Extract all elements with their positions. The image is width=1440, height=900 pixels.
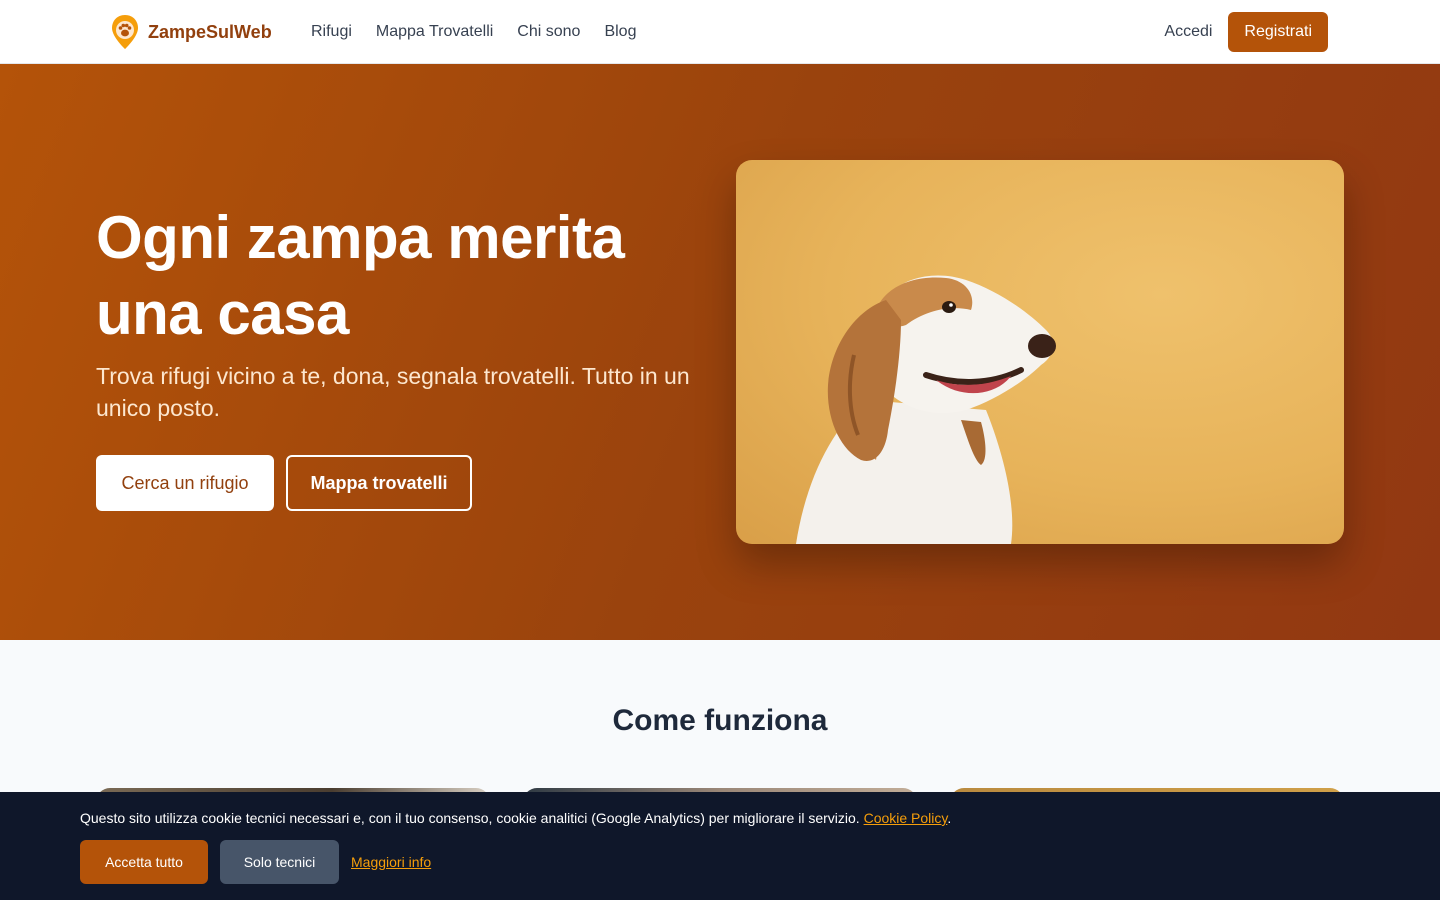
paw-logo-icon: [112, 15, 138, 49]
technical-only-cookies-button[interactable]: Solo tecnici: [220, 840, 339, 884]
cookie-message-trailing: .: [947, 810, 952, 826]
accept-all-cookies-button[interactable]: Accetta tutto: [80, 840, 208, 884]
how-it-works-title: Come funziona: [612, 704, 828, 737]
hero-dog-photo: [736, 160, 1344, 544]
nav-link-chi-sono[interactable]: Chi sono: [517, 23, 580, 41]
brand-name: ZampeSulWeb: [148, 21, 272, 42]
hero-title: Ogni zampa merita una casa: [96, 204, 625, 347]
cookie-message: Questo sito utilizza cookie tecnici nece…: [80, 810, 951, 826]
navbar: ZampeSulWeb Rifugi Mappa Trovatelli Chi …: [0, 0, 1440, 64]
nav-link-mappa-trovatelli[interactable]: Mappa Trovatelli: [376, 23, 493, 41]
cookie-more-info-link[interactable]: Maggiori info: [351, 854, 431, 870]
strays-map-button[interactable]: Mappa trovatelli: [286, 455, 472, 511]
nav-link-rifugi[interactable]: Rifugi: [311, 23, 352, 41]
cookie-message-text: Questo sito utilizza cookie tecnici nece…: [80, 810, 860, 826]
cookie-banner: Questo sito utilizza cookie tecnici nece…: [0, 792, 1440, 900]
brand-home-link[interactable]: ZampeSulWeb: [110, 14, 272, 50]
cookie-policy-link[interactable]: Cookie Policy: [864, 810, 948, 826]
hero-actions: Cerca un rifugio Mappa trovatelli: [96, 455, 472, 511]
find-shelter-button[interactable]: Cerca un rifugio: [96, 455, 274, 511]
nav-auth: Accedi Registrati: [1164, 12, 1328, 52]
nav-link-blog[interactable]: Blog: [604, 23, 636, 41]
main-nav: Rifugi Mappa Trovatelli Chi sono Blog: [311, 0, 636, 64]
hero-section: Ogni zampa merita una casa Trova rifugi …: [0, 64, 1440, 640]
beagle-illustration: [796, 275, 1056, 544]
hero-subtitle: Trova rifugi vicino a te, dona, segnala …: [96, 363, 690, 421]
cookie-actions: Accetta tutto Solo tecnici Maggiori info: [80, 840, 431, 884]
login-link[interactable]: Accedi: [1164, 23, 1212, 41]
register-button[interactable]: Registrati: [1228, 12, 1328, 52]
